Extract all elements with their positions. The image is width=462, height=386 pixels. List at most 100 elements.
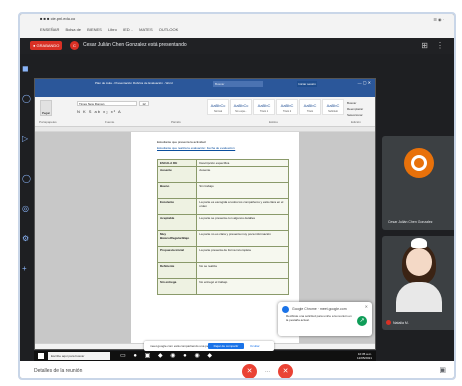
- style-subtitle[interactable]: AaBbC Subtítulo: [322, 99, 344, 115]
- rubric-description: Ausente: [196, 166, 289, 183]
- format-buttons[interactable]: N K S ab x₂ x² A: [77, 109, 122, 114]
- bookmark-item[interactable]: Bolsa de: [65, 27, 81, 32]
- table-row: Sin entrega No entregó el trabajo: [156, 278, 289, 295]
- table-row: Deficiente No se realiza: [156, 262, 289, 279]
- rubric-description: Sin trabajo: [196, 182, 289, 199]
- presenter-avatar-icon: [404, 148, 434, 178]
- windows-start-icon[interactable]: [38, 353, 44, 359]
- tab-sharing-bar: meet.google.com está compartiendo una pe…: [144, 341, 274, 351]
- word-ribbon-tabs: Archivo Inicio Insertar Diseño Disposici…: [35, 89, 375, 105]
- mic-off-icon: [386, 320, 391, 325]
- rubric-criterion: Muy Básico/Regular/Bajo: [156, 230, 198, 247]
- chat-icon[interactable]: ◯: [22, 94, 31, 103]
- word-title-bar: Plan de Aula - Presentación Rubrica de E…: [35, 79, 375, 89]
- browser-top-strip: ■ ■ ■ cie.pnl.edu.co ENSEÑAR Bolsa de BI…: [20, 14, 454, 38]
- recording-badge: ● GRABANDO: [30, 41, 63, 50]
- hide-button[interactable]: Ocultar: [250, 344, 260, 348]
- more-options-icon[interactable]: ⋮: [436, 41, 444, 50]
- select-button[interactable]: Seleccionar: [347, 112, 363, 118]
- cloud-icon[interactable]: ◎: [22, 204, 29, 213]
- participant-cap: [411, 238, 427, 248]
- arrow-icon[interactable]: ▷: [22, 134, 28, 143]
- rubric-description: La parte presenta de forma incompleta: [196, 246, 289, 263]
- group-label: Párrafo: [171, 120, 181, 124]
- gear-icon[interactable]: ⚙: [22, 234, 29, 243]
- rubric-description: Descripción específica: [196, 159, 289, 167]
- rubric-description: No se realiza: [196, 262, 289, 279]
- style-heading-1[interactable]: AaBbC Título 1: [253, 99, 275, 115]
- rubric-criterion: Excelente: [156, 198, 198, 215]
- table-row: Bueno Sin trabajo: [156, 182, 289, 199]
- rubric-criterion: ESCALA DE: [156, 159, 198, 167]
- taskbar-clock: 10:35 a.m. 12/05/2021: [356, 352, 372, 360]
- group-label: Fuente: [105, 120, 115, 124]
- word-search-box[interactable]: Buscar: [213, 81, 263, 87]
- presenter-tile[interactable]: Cesar Julián Chen Gonzalez: [382, 136, 454, 230]
- style-heading-2[interactable]: AaBbC Título 2: [276, 99, 298, 115]
- bookmark-item[interactable]: Libro: [108, 27, 117, 32]
- window-controls-icon[interactable]: — ▢ ✕: [358, 80, 371, 85]
- style-no-spacing[interactable]: AaBbCc Sin espa...: [230, 99, 252, 115]
- paste-button[interactable]: Pegar: [40, 100, 52, 116]
- bookmark-item[interactable]: ENSEÑAR: [40, 27, 59, 32]
- rubric-description: No entregó el trabajo: [196, 278, 289, 295]
- self-video-tile[interactable]: Natalia M.: [382, 236, 454, 330]
- browser-menu-icons[interactable]: ☰ ◉ ·: [433, 17, 444, 22]
- bookmarks-bar: ENSEÑAR Bolsa de BIENES Libro IED .. MAT…: [40, 27, 183, 32]
- bookmark-item[interactable]: IED ..: [123, 27, 133, 32]
- table-row: Muy Básico/Regular/Bajo La parte no es cl…: [156, 230, 289, 247]
- participant-name: Natalia M.: [393, 321, 409, 325]
- notification-body: Recibiste una solicitud para unirte a la…: [286, 314, 352, 322]
- font-size-select[interactable]: 12: [139, 101, 149, 106]
- sharing-text: meet.google.com está compartiendo una pe…: [150, 344, 216, 348]
- editing-group: Buscar Reemplazar Seleccionar: [347, 100, 363, 118]
- chrome-notification[interactable]: Google Chrome · meet.google.com Recibist…: [278, 302, 372, 336]
- bookmark-item[interactable]: OUTLOOK: [159, 27, 179, 32]
- mic-off-button[interactable]: ✕: [242, 364, 257, 378]
- join-icon[interactable]: ↗: [357, 316, 367, 326]
- pin-icon[interactable]: ⊞: [421, 41, 428, 50]
- style-normal[interactable]: AaBbCc Normal: [207, 99, 229, 115]
- rubric-table: ESCALA DE Descripción específica Ausente Au…: [156, 159, 289, 295]
- present-now-icon[interactable]: ▣: [439, 366, 446, 374]
- bookmark-item[interactable]: BIENES: [87, 27, 102, 32]
- rubric-description: La parte es escogida a todos los compañe…: [196, 198, 289, 215]
- taskbar-apps[interactable]: ▭ ● ▣ ◆ ◉ ● ◉ ◆: [120, 352, 215, 360]
- presenting-banner: ● GRABANDO C Cesar Julián Chen Gonzalez …: [20, 38, 454, 54]
- word-ribbon: Pegar Times New Roman 12 N K S ab x₂ x² …: [35, 97, 375, 127]
- add-icon[interactable]: +: [22, 264, 27, 273]
- left-rail: ◼ ◯ ▷ ◯ ◎ ⚙ +: [20, 54, 34, 344]
- browser-tabs[interactable]: ■ ■ ■ cie.pnl.edu.co: [40, 16, 75, 21]
- document-page[interactable]: Estudiante que presenta la actividad: Es…: [131, 132, 299, 345]
- presenter-avatar: C: [70, 41, 79, 50]
- table-row: Excelente La parte es escogida a todos lo…: [156, 198, 289, 215]
- bookmark-item[interactable]: MATES: [139, 27, 152, 32]
- camera-off-button[interactable]: ✕: [278, 364, 293, 378]
- stop-sharing-button[interactable]: Dejar de compartir: [208, 343, 244, 349]
- table-row: ESCALA DE Descripción específica: [156, 159, 289, 167]
- outlook-icon[interactable]: ◼: [22, 64, 29, 73]
- doc-line: Estudiante que presenta la actividad:: [157, 140, 207, 144]
- meet-window: ■ ■ ■ cie.pnl.edu.co ENSEÑAR Bolsa de BI…: [18, 12, 456, 380]
- windows-taskbar: Escribe aquí para buscar ▭ ● ▣ ◆ ◉ ● ◉ ◆…: [34, 351, 376, 361]
- more-options-icon[interactable]: ···: [265, 369, 270, 375]
- table-row: Aceptable La parte se presenta con alguno…: [156, 214, 289, 231]
- rubric-criterion: Bueno: [156, 182, 198, 199]
- rubric-description: La parte se presenta con algunos detalle…: [196, 214, 289, 231]
- meeting-details-button[interactable]: Detalles de la reunión: [34, 368, 82, 374]
- circle-icon[interactable]: ◯: [22, 174, 31, 183]
- style-title[interactable]: AaBbC Título: [299, 99, 321, 115]
- styles-gallery: AaBbCc Normal AaBbCc Sin espa... AaBbC Título…: [207, 99, 345, 117]
- word-title: Plan de Aula - Presentación Rubrica de E…: [95, 81, 173, 85]
- close-icon[interactable]: ✕: [365, 304, 368, 309]
- table-row: Propuesta inicial La parte presenta de fo…: [156, 246, 289, 263]
- taskbar-search[interactable]: Escribe aquí para buscar: [48, 352, 110, 360]
- group-label: Edición: [351, 120, 361, 124]
- font-name-select[interactable]: Times New Roman: [77, 101, 137, 106]
- group-label: Estilos: [269, 120, 278, 124]
- rubric-criterion: Deficiente: [156, 262, 198, 279]
- rubric-criterion: Propuesta inicial: [156, 246, 198, 263]
- rubric-criterion: Ausente: [156, 166, 198, 183]
- participant-face: [406, 248, 432, 276]
- word-signin-button[interactable]: Iniciar sesión: [297, 81, 317, 87]
